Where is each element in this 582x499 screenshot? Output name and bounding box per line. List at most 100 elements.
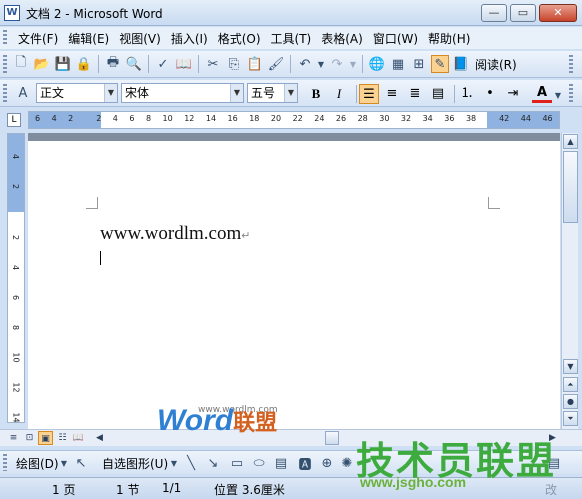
text-line: www.wordlm.com — [100, 223, 242, 244]
open-folder-icon[interactable]: 📂 — [33, 55, 51, 73]
maximize-button[interactable]: ▭ — [510, 4, 536, 22]
research-icon[interactable]: 📖 — [175, 55, 193, 73]
toolbar-grip[interactable] — [3, 30, 7, 46]
horizontal-scroll-thumb[interactable] — [325, 431, 339, 445]
menu-insert[interactable]: 插入(I) — [171, 30, 208, 47]
minimize-button[interactable]: — — [481, 4, 507, 22]
save-icon[interactable]: 💾 — [54, 55, 72, 73]
menu-table[interactable]: 表格(A) — [321, 30, 363, 47]
rectangle-icon[interactable]: ▭ — [228, 454, 246, 472]
scroll-left-icon[interactable]: ◀ — [92, 431, 107, 445]
text-box-icon[interactable]: ▤ — [272, 454, 290, 472]
ruler-tick-label: 20 — [270, 114, 282, 123]
menu-help[interactable]: 帮助(H) — [428, 30, 470, 47]
diagram-icon[interactable]: ⊕ — [318, 454, 336, 472]
select-objects-icon[interactable]: ↖ — [72, 454, 90, 472]
paste-icon[interactable]: 📋 — [246, 55, 264, 73]
status-page-of: 1/1 — [162, 481, 182, 495]
oval-icon[interactable]: ⬭ — [250, 454, 268, 472]
menu-format[interactable]: 格式(O) — [218, 30, 261, 47]
chevron-down-icon[interactable]: ▼ — [284, 84, 297, 102]
chevron-down-icon[interactable]: ▼ — [230, 84, 243, 102]
toolbar-options-grip[interactable] — [569, 55, 573, 73]
previous-page-icon[interactable]: ⏶ — [563, 377, 578, 392]
print-icon[interactable]: 🖶 — [104, 55, 122, 73]
undo-icon[interactable]: ↶ — [296, 55, 314, 73]
document-page[interactable]: www.wordlm.com↵ — [28, 133, 560, 429]
toolbar-options-grip[interactable] — [569, 84, 573, 102]
font-select[interactable]: 宋体 ▼ — [121, 83, 244, 103]
menu-file[interactable]: 文件(F) — [18, 30, 58, 47]
permission-icon[interactable]: 🔒 — [75, 55, 93, 73]
align-center-button[interactable]: ≡ — [382, 84, 402, 104]
format-painter-icon[interactable]: 🖌 — [267, 55, 285, 73]
cut-icon[interactable]: ✂ — [204, 55, 222, 73]
close-button[interactable]: ✕ — [539, 4, 577, 22]
browse-object-icon[interactable]: ● — [563, 394, 578, 409]
ruler-tick-label: 42 — [499, 114, 510, 123]
font-size-select[interactable]: 五号 ▼ — [247, 83, 298, 103]
redo-dropdown-icon[interactable]: ▼ — [349, 55, 357, 73]
print-view-icon[interactable]: ▣ — [38, 431, 53, 445]
tab-selector-icon[interactable]: L — [7, 113, 21, 127]
read-icon[interactable]: 📘 — [452, 55, 470, 73]
menu-window[interactable]: 窗口(W) — [373, 30, 418, 47]
indent-button[interactable]: ⇥ — [503, 84, 523, 104]
chevron-down-icon[interactable]: ▼ — [170, 454, 178, 472]
toolbar-grip[interactable] — [3, 84, 7, 102]
chevron-down-icon[interactable]: ▼ — [60, 454, 68, 472]
font-color-button[interactable]: A — [532, 83, 552, 103]
autoshapes-menu[interactable]: 自选图形(U) — [100, 455, 170, 472]
ruler-tick-label: 28 — [357, 114, 368, 123]
redo-icon[interactable]: ↷ — [328, 55, 346, 73]
document-text[interactable]: www.wordlm.com↵ — [100, 223, 250, 245]
next-page-icon[interactable]: ⏷ — [563, 411, 578, 426]
reading-view-icon[interactable]: 📖 — [71, 431, 86, 445]
style-select[interactable]: 正文 ▼ — [36, 83, 118, 103]
draw-menu[interactable]: 绘图(D) — [14, 455, 61, 472]
align-right-button[interactable]: ≣ — [405, 84, 425, 104]
spelling-icon[interactable]: ✓ — [154, 55, 172, 73]
ruler-tick-label: 44 — [520, 114, 531, 123]
toolbar-grip[interactable] — [3, 55, 7, 73]
menu-edit[interactable]: 编辑(E) — [68, 30, 109, 47]
menu-tools[interactable]: 工具(T) — [271, 30, 312, 47]
ruler-tick-label: 12 — [184, 114, 195, 123]
ruler-tick-label: 10 — [11, 352, 21, 363]
web-view-icon[interactable]: ⊡ — [22, 431, 37, 445]
scroll-up-icon[interactable]: ▲ — [563, 134, 578, 149]
drawing-icon[interactable]: ✎ — [431, 55, 449, 73]
insert-table-icon[interactable]: ⊞ — [410, 55, 428, 73]
styles-formatting-icon[interactable]: A — [14, 84, 32, 102]
wordart-icon[interactable]: 🅰 — [296, 454, 314, 473]
bullets-button[interactable]: • — [480, 84, 500, 104]
copy-icon[interactable]: ⎘ — [225, 55, 243, 73]
ruler-tick-label: 4 — [112, 114, 118, 123]
distributed-button[interactable]: ▤ — [428, 84, 448, 104]
chevron-down-icon[interactable]: ▼ — [104, 84, 117, 102]
arrow-icon[interactable]: ↘ — [204, 454, 222, 472]
vertical-scrollbar[interactable]: ▲ ▼ ⏶ ● ⏷ — [561, 133, 578, 429]
line-icon[interactable]: ╲ — [182, 454, 200, 472]
scroll-thumb[interactable] — [563, 151, 578, 223]
hyperlink-icon[interactable]: 🌐 — [368, 55, 386, 73]
read-button[interactable]: 阅读(R) — [473, 56, 519, 73]
clip-art-icon[interactable]: ✺ — [338, 454, 356, 472]
scroll-down-icon[interactable]: ▼ — [563, 359, 578, 374]
word-app-icon[interactable]: W — [4, 5, 20, 21]
undo-dropdown-icon[interactable]: ▼ — [317, 55, 325, 73]
bold-button[interactable]: B — [306, 84, 326, 104]
horizontal-ruler[interactable]: 6 4 2 2 4 6 8 10 12 14 16 18 20 22 24 26 28 30 32 34 36 38 42 4… — [28, 111, 560, 129]
numbering-button[interactable]: ⒈ — [457, 84, 477, 104]
italic-button[interactable]: I — [329, 84, 349, 104]
tables-borders-icon[interactable]: ▦ — [389, 55, 407, 73]
toolbar-grip[interactable] — [3, 454, 7, 471]
print-preview-icon[interactable]: 🔍 — [125, 55, 143, 73]
menu-view[interactable]: 视图(V) — [119, 30, 161, 47]
normal-view-icon[interactable]: ≡ — [6, 431, 21, 445]
outline-view-icon[interactable]: ☷ — [55, 431, 70, 445]
new-document-icon[interactable]: 🗋 — [12, 55, 30, 73]
font-color-dropdown-icon[interactable]: ▼ — [554, 86, 562, 104]
vertical-ruler[interactable]: 4 2 2 4 6 8 10 12 14 — [7, 133, 25, 423]
justify-button[interactable]: ☰ — [359, 84, 379, 104]
